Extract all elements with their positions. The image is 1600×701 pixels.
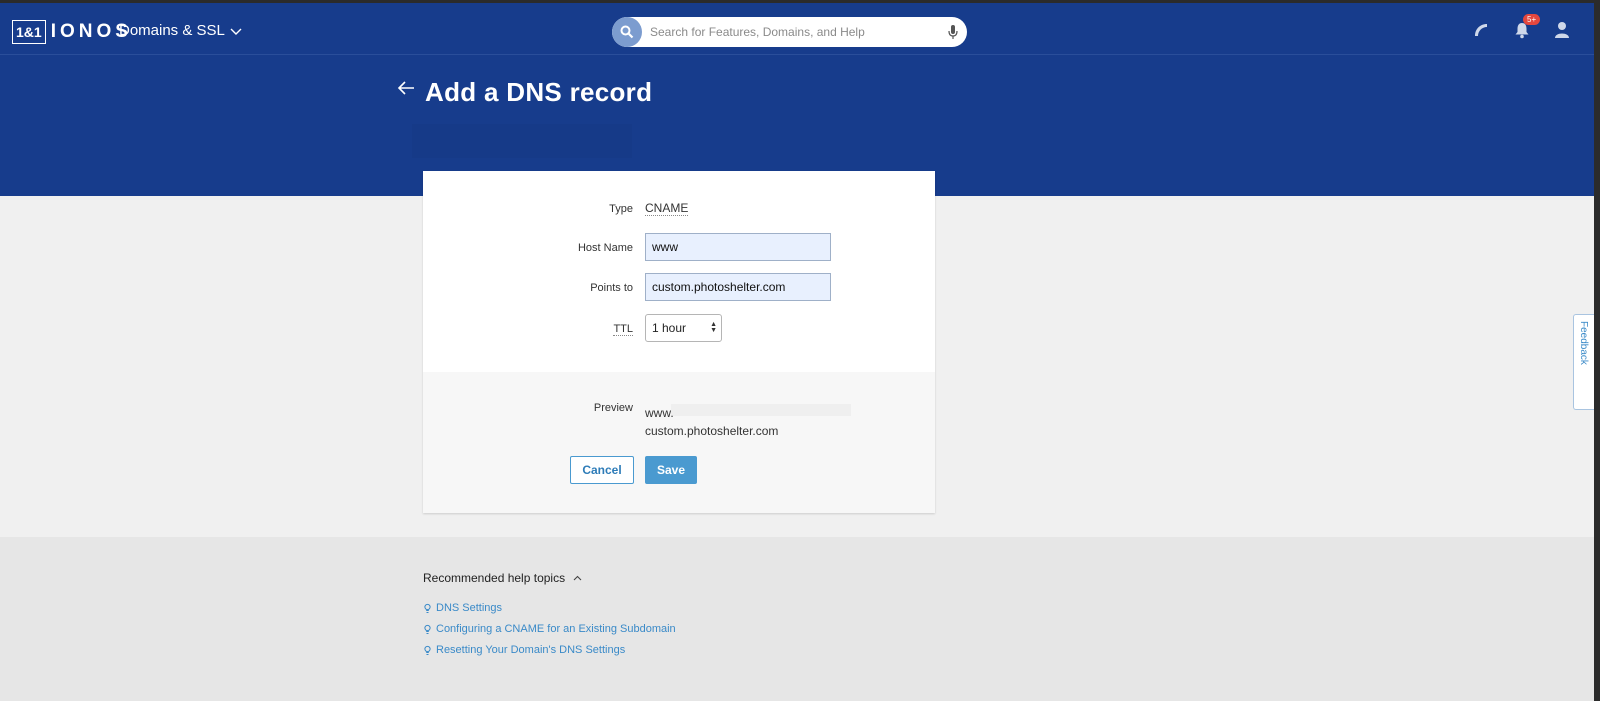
chevron-down-icon xyxy=(230,28,242,35)
ttl-select[interactable]: 1 hour ▲ ▼ xyxy=(645,314,722,342)
type-label: Type xyxy=(609,203,633,215)
lightbulb-icon xyxy=(424,624,431,634)
host-name-input[interactable] xyxy=(645,233,831,261)
back-arrow-icon[interactable] xyxy=(397,80,415,100)
ttl-selected-value: 1 hour xyxy=(652,321,687,335)
dns-record-form: Type CNAME Host Name Points to TTL 1 hou… xyxy=(423,171,935,513)
search-input[interactable] xyxy=(650,18,939,46)
header-actions: 5+ xyxy=(1472,14,1570,43)
save-button[interactable]: Save xyxy=(645,456,697,484)
preview-section: Preview www. custom.photoshelter.com xyxy=(423,372,935,513)
user-account-icon[interactable] xyxy=(1554,21,1570,43)
host-name-label: Host Name xyxy=(577,242,633,254)
top-navigation-bar: 1&1 IONOS Domains & SSL 5+ xyxy=(0,0,1594,54)
points-to-input[interactable] xyxy=(645,273,831,301)
search-bar xyxy=(612,17,967,47)
help-area xyxy=(0,537,1594,701)
preview-label: Preview xyxy=(593,402,633,414)
record-type-value: CNAME xyxy=(645,201,689,216)
help-topics-heading: Recommended help topics xyxy=(423,571,566,585)
title-backdrop xyxy=(412,124,632,158)
phone-icon[interactable] xyxy=(1472,21,1490,43)
preview-line-host: www. xyxy=(645,406,674,420)
lightbulb-icon xyxy=(424,603,431,613)
preview-value: www. custom.photoshelter.com xyxy=(645,404,778,440)
lightbulb-icon xyxy=(424,645,431,655)
search-icon[interactable] xyxy=(612,17,642,47)
feedback-label: Feedback xyxy=(1578,321,1589,365)
help-link-dns-settings[interactable]: DNS Settings xyxy=(423,602,502,614)
feedback-tab[interactable]: Feedback xyxy=(1573,314,1594,410)
microphone-icon[interactable] xyxy=(939,24,967,40)
ttl-label: TTL xyxy=(613,323,633,336)
cancel-button[interactable]: Cancel xyxy=(570,456,634,484)
chevron-up-icon xyxy=(573,575,582,581)
help-link-label: Configuring a CNAME for an Existing Subd… xyxy=(436,623,676,635)
help-link-label: DNS Settings xyxy=(436,602,503,614)
logo-mark: 1&1 xyxy=(12,20,46,44)
points-to-label: Points to xyxy=(590,282,633,294)
product-switcher[interactable]: Domains & SSL xyxy=(119,22,242,39)
window-edge xyxy=(1594,0,1600,701)
product-switcher-label: Domains & SSL xyxy=(119,22,225,39)
notifications-bell-icon[interactable]: 5+ xyxy=(1514,14,1541,43)
preview-line-target: custom.photoshelter.com xyxy=(645,424,779,438)
help-topics-toggle[interactable]: Recommended help topics xyxy=(423,571,582,585)
help-link-resetting-dns[interactable]: Resetting Your Domain's DNS Settings xyxy=(423,644,625,656)
ttl-label-wrap: TTL xyxy=(423,323,633,336)
notification-badge: 5+ xyxy=(1523,14,1541,25)
ionos-logo[interactable]: 1&1 IONOS xyxy=(12,19,132,45)
page-title: Add a DNS record xyxy=(425,77,653,107)
select-arrows-icon: ▲ ▼ xyxy=(710,321,717,334)
help-link-label: Resetting Your Domain's DNS Settings xyxy=(436,644,626,656)
help-link-configuring-cname[interactable]: Configuring a CNAME for an Existing Subd… xyxy=(423,623,676,635)
